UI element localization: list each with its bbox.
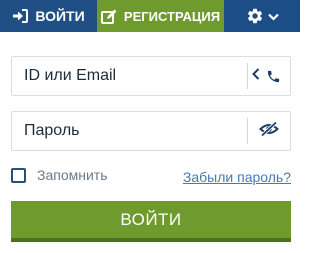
eye-slash-icon bbox=[259, 120, 279, 142]
gear-icon bbox=[246, 7, 264, 25]
field-divider bbox=[247, 118, 248, 144]
phone-login-toggle[interactable] bbox=[252, 57, 281, 95]
chevron-down-icon bbox=[267, 8, 279, 24]
top-nav: ВОЙТИ РЕГИСТРАЦИЯ bbox=[0, 0, 300, 32]
chevron-left-icon bbox=[252, 67, 260, 85]
password-field bbox=[11, 111, 291, 151]
login-tab-label: ВОЙТИ bbox=[35, 8, 85, 24]
password-input[interactable] bbox=[12, 112, 242, 150]
phone-icon bbox=[266, 69, 281, 84]
remember-label: Запомнить bbox=[37, 167, 108, 183]
login-tab[interactable]: ВОЙТИ bbox=[0, 0, 97, 32]
edit-icon bbox=[100, 9, 117, 24]
settings-dropdown[interactable] bbox=[224, 0, 300, 32]
show-password-toggle[interactable] bbox=[259, 112, 279, 150]
sign-in-icon bbox=[12, 9, 29, 23]
forgot-password-link[interactable]: Забыли пароль? bbox=[183, 169, 291, 185]
login-id-field bbox=[11, 56, 291, 96]
field-divider bbox=[247, 63, 248, 89]
register-tab-label: РЕГИСТРАЦИЯ bbox=[123, 8, 221, 24]
login-id-input[interactable] bbox=[12, 57, 242, 95]
register-tab[interactable]: РЕГИСТРАЦИЯ bbox=[97, 0, 224, 32]
remember-checkbox[interactable] bbox=[11, 167, 26, 183]
remember-me[interactable]: Запомнить bbox=[11, 167, 108, 183]
login-submit-button[interactable]: ВОЙТИ bbox=[11, 201, 291, 242]
